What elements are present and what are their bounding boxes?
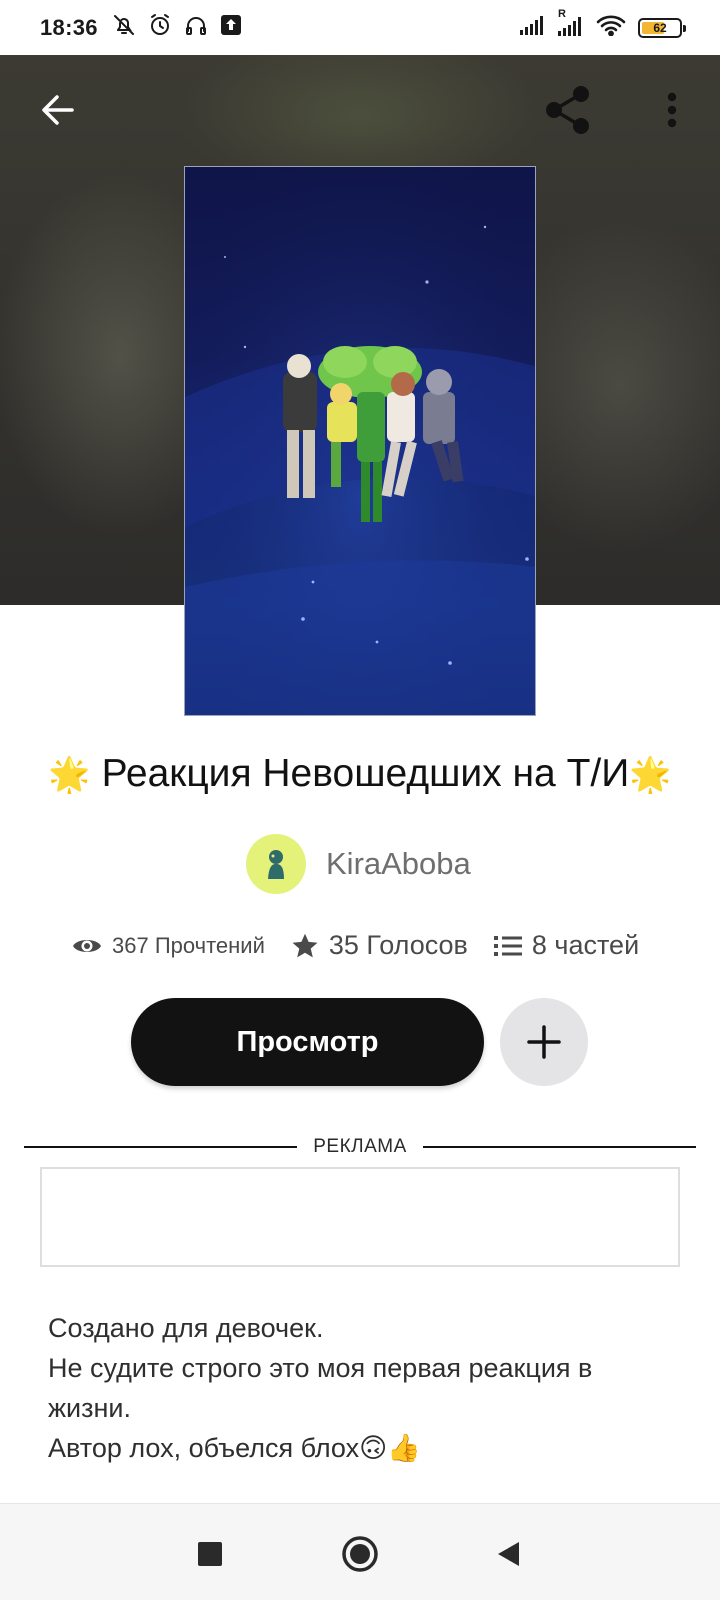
description-line: Создано для девочек. xyxy=(48,1313,324,1343)
read-button[interactable]: Просмотр xyxy=(131,998,484,1086)
reads-stat: 367 Прочтений xyxy=(72,933,265,959)
back-button[interactable] xyxy=(30,82,86,138)
recent-apps-button[interactable] xyxy=(190,1534,230,1574)
description-line: Автор лох, объелся блох🙃👍 xyxy=(48,1433,421,1463)
votes-stat: 35 Голосов xyxy=(291,930,468,961)
add-to-library-button[interactable] xyxy=(500,998,588,1086)
alarm-icon xyxy=(148,13,172,42)
square-icon xyxy=(198,1542,222,1566)
status-system-icons: R 62 xyxy=(520,8,686,41)
home-circle-icon xyxy=(342,1536,378,1572)
plus-icon xyxy=(527,1025,561,1059)
ad-divider-line-left xyxy=(24,1146,298,1148)
story-stats: 367 Прочтений 35 Голосов 8 частей xyxy=(72,930,639,961)
home-button[interactable] xyxy=(340,1534,380,1574)
parts-stat: 8 частей xyxy=(493,930,640,961)
author-link[interactable]: KiraAboba xyxy=(246,834,471,894)
share-icon xyxy=(546,86,589,134)
more-vertical-icon xyxy=(667,92,677,128)
story-title: 🌟 Реакция Невошедших на Т/И🌟 xyxy=(0,752,720,796)
cover-artwork xyxy=(185,167,535,715)
story-description: Создано для девочек. Не судите строго эт… xyxy=(48,1308,678,1468)
wifi-icon xyxy=(596,14,626,41)
back-nav-button[interactable] xyxy=(488,1534,528,1574)
headphones-icon xyxy=(184,13,208,42)
star-icon xyxy=(292,933,318,957)
avatar-image xyxy=(268,850,284,879)
status-time: 18:36 xyxy=(40,14,98,40)
author-name[interactable]: KiraAboba xyxy=(326,846,471,882)
story-cover-image[interactable] xyxy=(184,166,536,716)
share-button[interactable] xyxy=(538,82,598,138)
votes-count: 35 Голосов xyxy=(328,930,468,960)
eye-icon xyxy=(73,939,101,952)
parts-count: 8 частей xyxy=(531,930,640,960)
more-options-button[interactable] xyxy=(652,82,692,138)
ad-divider: РЕКЛАМА xyxy=(24,1136,696,1158)
battery-icon: 62 xyxy=(638,17,686,38)
arrow-left-icon xyxy=(42,95,74,125)
ad-label: РЕКЛАМА xyxy=(313,1136,407,1157)
title-emoji-left: 🌟 xyxy=(48,756,91,794)
status-notification-icons xyxy=(112,13,242,42)
battery-level: 62 xyxy=(653,20,667,35)
story-title-text: Реакция Невошедших на Т/И xyxy=(101,752,630,795)
triangle-back-icon xyxy=(498,1542,519,1566)
upload-icon xyxy=(220,14,242,41)
signal-roaming-icon: R xyxy=(558,8,584,41)
signal-icon xyxy=(520,15,546,40)
ad-slot[interactable] xyxy=(40,1167,680,1267)
list-icon xyxy=(493,935,522,956)
title-emoji-right: 🌟 xyxy=(629,756,672,794)
system-navigation-bar xyxy=(0,1503,720,1600)
reads-count: 367 Прочтений xyxy=(112,932,265,958)
ad-divider-line-right xyxy=(422,1146,696,1148)
bell-off-icon xyxy=(112,13,136,42)
status-bar: 18:36 R 62 xyxy=(0,0,720,55)
avatar[interactable] xyxy=(246,834,306,894)
description-line: Не судите строго это моя первая реакция … xyxy=(48,1353,593,1423)
roaming-label: R xyxy=(558,8,566,20)
